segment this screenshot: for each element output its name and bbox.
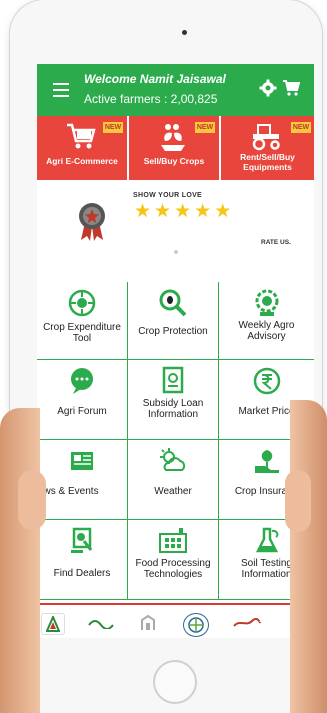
carousel-dot [174, 250, 178, 254]
app-header: Welcome Namit Jaisawal Active farmers : … [37, 64, 314, 116]
camera-dot [182, 30, 187, 35]
partner-logos-strip [37, 603, 314, 638]
star-icon[interactable]: ★ [174, 202, 191, 222]
new-badge: NEW [103, 122, 123, 133]
chat-bubble-icon [37, 366, 127, 396]
tile-sell-buy-crops[interactable]: NEW Sell/Buy Crops [129, 116, 220, 180]
factory-icon [128, 526, 218, 556]
grid-item-news-events[interactable]: ews & Events [37, 440, 128, 520]
star-icon[interactable]: ★ [194, 202, 211, 222]
feature-tiles-row: NEW Agri E-Commerce NEW Sell/Buy Crops N… [37, 116, 314, 180]
grid-item-weather[interactable]: Weather [128, 440, 219, 520]
partner-logo-3[interactable] [135, 613, 161, 633]
grid-item-weekly-advisory[interactable]: Weekly Agro Advisory [219, 282, 314, 360]
cart-icon[interactable] [282, 79, 300, 97]
tile-agri-ecommerce[interactable]: NEW Agri E-Commerce [37, 116, 128, 180]
grid-item-label: Weather [154, 486, 192, 497]
partner-logo-5[interactable] [227, 613, 267, 633]
plant-hand-icon [157, 121, 189, 153]
home-button[interactable] [153, 660, 197, 704]
advisory-gear-icon [219, 288, 314, 318]
active-farmers-count: Active farmers : 2,00,825 [84, 92, 218, 106]
tile-label: Rent/Sell/Buy Equipments [240, 152, 295, 172]
services-grid: Crop Expenditure Tool Crop Protection We… [37, 282, 314, 600]
tile-label: Agri E-Commerce [46, 156, 118, 166]
medal-icon [77, 202, 107, 242]
rupee-icon [219, 366, 314, 396]
right-thumb [285, 470, 311, 532]
tile-rent-equipments[interactable]: NEW Rent/Sell/Buy Equipments [221, 116, 314, 180]
grid-item-crop-expenditure[interactable]: Crop Expenditure Tool [37, 282, 128, 360]
grid-item-label: Weekly Agro Advisory [238, 320, 295, 342]
new-badge: NEW [195, 122, 215, 133]
grid-item-food-processing[interactable]: Food Processing Technologies [128, 520, 219, 600]
star-rating[interactable]: ★ ★ ★ ★ ★ [134, 202, 231, 222]
app-screen: Welcome Namit Jaisawal Active farmers : … [37, 64, 314, 638]
magnifier-bug-icon [128, 288, 218, 318]
star-icon[interactable]: ★ [214, 202, 231, 222]
grid-item-agri-forum[interactable]: Agri Forum [37, 360, 128, 440]
new-badge: NEW [291, 122, 311, 133]
star-icon[interactable]: ★ [154, 202, 171, 222]
partner-logo-2[interactable] [81, 613, 121, 633]
grid-item-label: Food Processing Technologies [135, 558, 211, 580]
show-love-text: SHOW YOUR LOVE [133, 192, 203, 199]
tile-label: Sell/Buy Crops [143, 156, 205, 166]
partner-logo-4[interactable] [183, 613, 209, 637]
document-icon [128, 366, 218, 396]
expenditure-icon [37, 288, 127, 318]
right-hand [290, 400, 327, 713]
rate-us-text: RATE US. [261, 239, 291, 246]
left-hand [0, 408, 40, 713]
rate-banner[interactable]: SHOW YOUR LOVE ★ ★ ★ ★ ★ RATE US. [37, 180, 314, 260]
star-icon[interactable]: ★ [134, 202, 151, 222]
dealer-icon [37, 526, 127, 556]
tractor-icon [249, 121, 283, 151]
hamburger-menu-icon[interactable] [53, 83, 69, 97]
grid-item-subsidy-loan[interactable]: Subsidy Loan Information [128, 360, 219, 440]
grid-item-label: Crop Protection [138, 326, 208, 337]
gear-icon[interactable] [259, 79, 277, 97]
grid-item-label: Agri Forum [57, 406, 107, 417]
news-icon [37, 446, 127, 476]
grid-item-crop-protection[interactable]: Crop Protection [128, 282, 219, 360]
grid-item-label: Crop Expenditure Tool [43, 322, 121, 344]
left-thumb [18, 470, 46, 530]
shopping-cart-icon [65, 121, 97, 151]
weather-icon [128, 446, 218, 476]
partner-logo-1[interactable] [41, 613, 65, 635]
grid-item-label: Subsidy Loan Information [142, 398, 204, 420]
grid-item-find-dealers[interactable]: Find Dealers [37, 520, 128, 600]
grid-item-label: Find Dealers [53, 568, 111, 579]
welcome-text: Welcome Namit Jaisawal [84, 72, 226, 86]
grid-item-label: ews & Events [38, 486, 99, 497]
